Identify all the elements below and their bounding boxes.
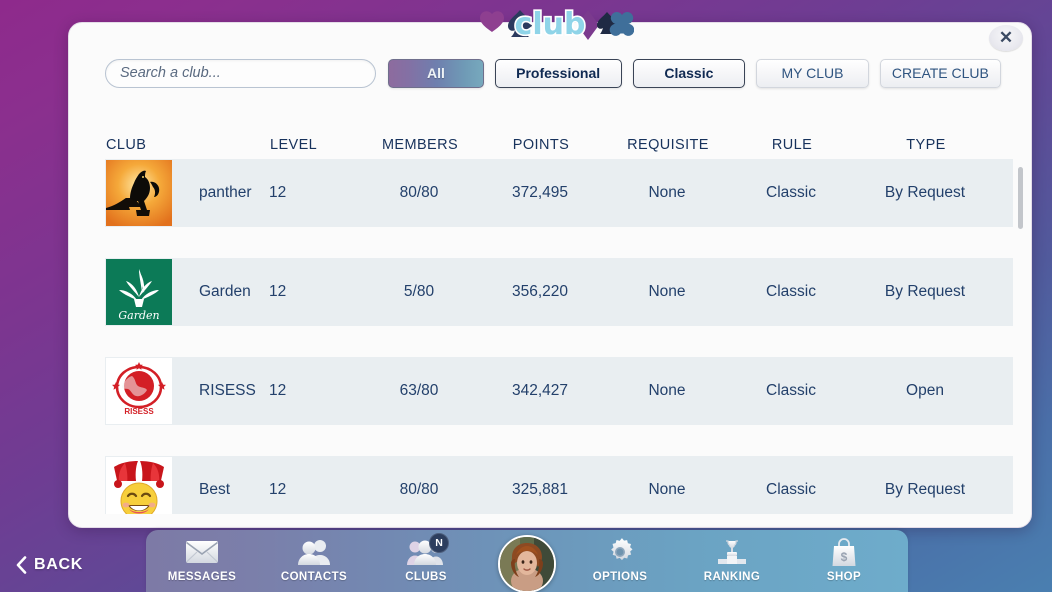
cell-points: 356,220 [511,283,569,300]
club-logo: club [69,2,1031,46]
nav-item-shop[interactable]: $ SHOP [788,530,900,592]
nav-item-messages[interactable]: MESSAGES [146,530,258,592]
cell-members: 5/80 [403,283,435,300]
club-avatar [106,457,172,514]
nav-item-label: CONTACTS [280,571,348,583]
cell-points: 325,881 [511,481,569,498]
my-club-button[interactable]: MY CLUB [756,58,869,88]
table-row[interactable]: RISESS RISESS 12 63/80 342,427 None Clas… [105,357,1013,425]
column-header-type: TYPE [906,137,946,153]
gear-icon [605,537,635,567]
nav-item-clubs[interactable]: N CLUBS [370,530,482,592]
search-input[interactable] [105,58,377,88]
nav-item-ranking[interactable]: RANKING [676,530,788,592]
club-avatar: Garden [106,259,172,325]
svg-text:club: club [515,7,586,42]
column-header-points: POINTS [512,137,570,153]
cell-level: 12 [269,382,287,399]
nav-item-label: OPTIONS [592,571,648,583]
nav-item-label: MESSAGES [167,571,237,583]
cell-club: panther [105,159,265,227]
cell-requisite: None [648,184,686,201]
chevron-left-icon [16,556,27,574]
cell-requisite: None [648,283,686,300]
scrollbar-thumb[interactable] [1018,167,1023,229]
notification-badge: N [429,533,449,553]
cell-points: 372,495 [511,184,569,201]
cell-members: 80/80 [399,184,439,201]
nav-item-options[interactable]: OPTIONS [564,530,676,592]
column-header-requisite: REQUISITE [627,137,709,153]
filter-all-button[interactable]: All [388,58,484,88]
contacts-icon [296,537,332,567]
back-button[interactable]: BACK [16,556,83,574]
club-modal-panel: club ✕ All Professional Classic MY CLUB … [68,5,1032,528]
profile-avatar[interactable] [498,535,556,592]
cell-rule: Classic [766,184,816,201]
club-name: panther [199,184,252,201]
panther-logo [106,160,172,226]
cell-requisite: None [648,481,686,498]
cell-club: RISESS RISESS [105,357,265,425]
cell-club: Garden Garden [105,258,265,326]
cell-type: By Request [884,184,966,201]
club-list-viewport: panther 12 80/80 372,495 None Classic By… [105,159,1025,514]
envelope-icon [185,537,219,567]
cell-type: By Request [884,481,966,498]
filter-professional-button[interactable]: Professional [494,58,622,88]
nav-item-label: RANKING [703,571,761,583]
cell-level: 12 [269,481,287,498]
risess-logo: RISESS [106,358,172,424]
nav-item-label: CLUBS [405,571,447,583]
club-name: Best [199,481,231,498]
nav-item-label: SHOP [826,571,862,583]
club-logo-graphic: club [480,5,634,44]
club-list: panther 12 80/80 372,495 None Classic By… [105,159,1013,514]
cell-type: By Request [884,283,966,300]
jester-logo [106,457,172,514]
profile-photo [500,537,554,591]
column-header-members: MEMBERS [381,137,459,153]
club-avatar: RISESS [106,358,172,424]
table-row[interactable]: Garden Garden 12 5/80 356,220 None Class… [105,258,1013,326]
club-name: RISESS [199,382,256,399]
close-icon[interactable]: ✕ [989,25,1023,51]
garden-logo: Garden [106,259,172,325]
create-club-button[interactable]: CREATE CLUB [879,58,1001,88]
club-avatar [106,160,172,226]
nav-item-contacts[interactable]: CONTACTS [258,530,370,592]
column-header-level: LEVEL [270,137,318,153]
club-name: Garden [199,283,251,300]
cell-rule: Classic [766,382,816,399]
table-row[interactable]: panther 12 80/80 372,495 None Classic By… [105,159,1013,227]
cell-rule: Classic [766,283,816,300]
cell-level: 12 [269,184,287,201]
column-header-club: CLUB [106,137,147,153]
table-row[interactable]: Best 12 80/80 325,881 None Classic By Re… [105,456,1013,514]
svg-text:RISESS: RISESS [124,407,154,416]
cell-level: 12 [269,283,287,300]
cell-type: Open [906,382,944,399]
back-label: BACK [34,556,84,573]
podium-icon [715,537,749,567]
toolbar: All Professional Classic MY CLUB CREATE … [105,58,1001,88]
cell-members: 80/80 [399,481,439,498]
cell-club: Best [105,456,265,514]
table-header: CLUB LEVEL MEMBERS POINTS REQUISITE RULE… [105,131,1013,159]
svg-text:$: $ [841,550,848,564]
cell-rule: Classic [766,481,816,498]
clubs-icon: N [406,533,449,567]
shopping-bag-icon: $ [830,537,858,567]
cell-requisite: None [648,382,686,399]
cell-points: 342,427 [511,382,569,399]
svg-text:Garden: Garden [118,309,159,322]
cell-members: 63/80 [399,382,439,399]
column-header-rule: RULE [771,137,813,153]
filter-classic-button[interactable]: Classic [632,58,746,88]
